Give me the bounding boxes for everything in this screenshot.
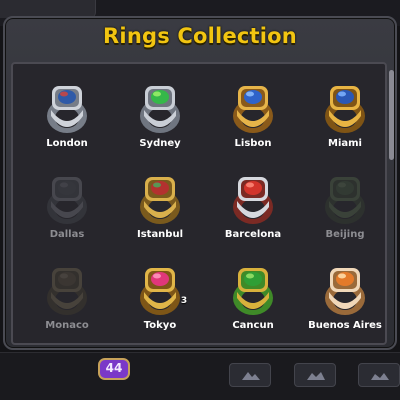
map-icon: [242, 372, 260, 380]
ring-item-barcelona[interactable]: Barcelona: [210, 171, 296, 257]
ring-item-monaco[interactable]: Monaco: [24, 262, 110, 343]
ring-icon: [140, 268, 180, 315]
ring-name: Cancun: [232, 320, 274, 331]
ring-name: Istanbul: [136, 229, 184, 240]
ring-item-buenos-aires[interactable]: Buenos Aires: [302, 262, 385, 343]
rings-collection-panel: Rings Collection London Sydney Lisbon Miami…: [3, 16, 397, 350]
bottom-button-1[interactable]: [229, 363, 271, 387]
bottom-button-3[interactable]: [358, 363, 400, 387]
ring-icon: [233, 177, 273, 224]
ring-item-sydney[interactable]: Sydney: [117, 80, 203, 166]
panel-title: Rings Collection: [103, 24, 297, 48]
ring-name: Monaco: [45, 320, 89, 331]
ring-name: Dallas: [49, 229, 85, 240]
ring-icon: [140, 86, 180, 133]
bottom-button-2[interactable]: [294, 363, 336, 387]
ring-count-badge: 3: [180, 296, 188, 306]
ring-item-cancun[interactable]: Cancun: [210, 262, 296, 343]
ring-name: Lisbon: [234, 138, 272, 149]
ring-item-beijing[interactable]: Beijing: [302, 171, 385, 257]
ring-name: Buenos Aires: [308, 320, 382, 331]
ring-name: Sydney: [139, 138, 181, 149]
ring-icon: [47, 86, 87, 133]
ring-icon: [233, 86, 273, 133]
ring-icon: [47, 177, 87, 224]
ring-item-dallas[interactable]: Dallas: [24, 171, 110, 257]
ring-icon: [140, 177, 180, 224]
ring-name: Tokyo: [143, 320, 177, 331]
ring-icon: [47, 268, 87, 315]
level-badge: 44: [98, 358, 130, 380]
map-icon: [307, 372, 325, 380]
ring-item-london[interactable]: London: [24, 80, 110, 166]
ring-name: London: [46, 138, 88, 149]
ring-icon: [325, 86, 365, 133]
ring-icon: [325, 177, 365, 224]
rings-grid: London Sydney Lisbon Miami Dallas Istanbul Bar…: [11, 62, 387, 345]
ring-name: Beijing: [325, 229, 365, 240]
ring-item-lisbon[interactable]: Lisbon: [210, 80, 296, 166]
bottom-bar: [0, 352, 400, 400]
ring-item-istanbul[interactable]: Istanbul: [117, 171, 203, 257]
ring-icon: [325, 268, 365, 315]
map-icon: [371, 373, 389, 380]
ring-icon: [233, 268, 273, 315]
ring-name: Miami: [328, 138, 362, 149]
ring-name: Barcelona: [224, 229, 282, 240]
scrollbar[interactable]: [389, 70, 394, 160]
ring-item-miami[interactable]: Miami: [302, 80, 385, 166]
ring-item-tokyo[interactable]: Tokyo 3: [117, 262, 203, 343]
